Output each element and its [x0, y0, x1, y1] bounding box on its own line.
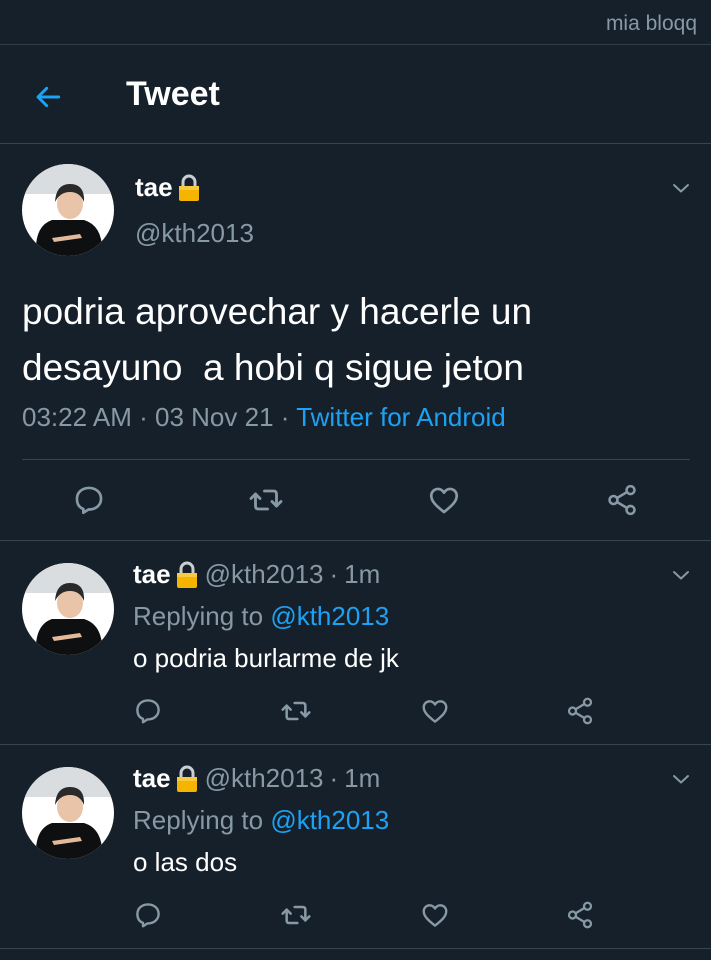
chevron-down-icon[interactable] [669, 563, 693, 587]
reply-icon [133, 900, 163, 930]
share-icon [605, 483, 639, 517]
retweet-button[interactable] [276, 895, 316, 935]
reply-header: tae @kth2013 · 1m [133, 763, 380, 794]
divider [22, 459, 690, 460]
tweet-time: 03:22 AM [22, 402, 132, 432]
share-icon [565, 900, 595, 930]
reply-button[interactable] [69, 480, 109, 520]
reply-header: tae @kth2013 · 1m [133, 559, 380, 590]
share-button[interactable] [560, 691, 600, 731]
share-button[interactable] [602, 480, 642, 520]
arrow-left-icon [36, 86, 61, 108]
like-icon [420, 900, 450, 930]
action-bar [0, 691, 711, 731]
author-name[interactable]: tae [135, 172, 201, 203]
meta-separator: · [329, 559, 339, 589]
reply-button[interactable] [128, 691, 168, 731]
replying-to-label: Replying to [133, 601, 264, 631]
tweet-text: podria aprovechar y hacerle un desayuno … [22, 291, 533, 388]
replying-to: Replying to @kth2013 [133, 805, 389, 836]
top-bar: Tweet [0, 44, 711, 144]
reply-icon [72, 483, 106, 517]
meta-separator: · [329, 763, 339, 793]
like-icon [427, 483, 461, 517]
retweet-icon [280, 695, 312, 727]
author-handle[interactable]: @kth2013 [205, 559, 324, 590]
avatar[interactable] [22, 164, 114, 256]
author-name-text: tae [135, 172, 173, 202]
main-tweet: tae @kth2013 podria aprovechar y hacerle… [0, 144, 711, 541]
author-handle[interactable]: @kth2013 [135, 218, 254, 249]
like-button[interactable] [424, 480, 464, 520]
retweet-button[interactable] [246, 480, 286, 520]
page-title: Tweet [126, 75, 220, 113]
share-icon [565, 696, 595, 726]
watermark-text: mia bloqq [605, 12, 697, 35]
reply-tweet[interactable]: tae @kth2013 · 1m Replying to @kth2013 o… [0, 541, 711, 745]
share-button[interactable] [560, 895, 600, 935]
like-button[interactable] [415, 691, 455, 731]
tweet-meta: 03:22 AM · 03 Nov 21 · Twitter for Andro… [22, 402, 506, 433]
retweet-icon [248, 482, 284, 518]
retweet-button[interactable] [276, 691, 316, 731]
retweet-icon [280, 899, 312, 931]
lock-icon [177, 174, 201, 202]
lock-icon [175, 561, 199, 589]
avatar[interactable] [22, 563, 114, 655]
chevron-down-icon[interactable] [669, 767, 693, 791]
like-button[interactable] [415, 895, 455, 935]
chevron-down-icon[interactable] [669, 176, 693, 200]
reply-icon [133, 696, 163, 726]
tweet-time: 1m [344, 559, 381, 589]
tweet-time: 1m [344, 763, 381, 793]
reply-button[interactable] [128, 895, 168, 935]
author-name[interactable]: tae [133, 763, 171, 794]
back-button[interactable] [28, 77, 68, 117]
replying-to: Replying to @kth2013 [133, 601, 389, 632]
action-bar [0, 480, 711, 520]
action-bar [0, 895, 711, 935]
like-icon [420, 696, 450, 726]
author-name[interactable]: tae [133, 559, 171, 590]
replying-to-link[interactable]: @kth2013 [270, 805, 389, 835]
meta-separator: · [280, 402, 290, 432]
lock-icon [175, 765, 199, 793]
tweet-text: o las dos [133, 847, 238, 877]
avatar[interactable] [22, 767, 114, 859]
replying-to-link[interactable]: @kth2013 [270, 601, 389, 631]
meta-separator: · [139, 402, 148, 432]
reply-tweet[interactable]: tae @kth2013 · 1m Replying to @kth2013 o… [0, 745, 711, 949]
tweet-date: 03 Nov 21 [155, 402, 274, 432]
tweet-source-link[interactable]: Twitter for Android [296, 402, 506, 432]
author-handle[interactable]: @kth2013 [205, 763, 324, 794]
replying-to-label: Replying to [133, 805, 264, 835]
tweet-text: o podria burlarme de jk [133, 643, 399, 673]
